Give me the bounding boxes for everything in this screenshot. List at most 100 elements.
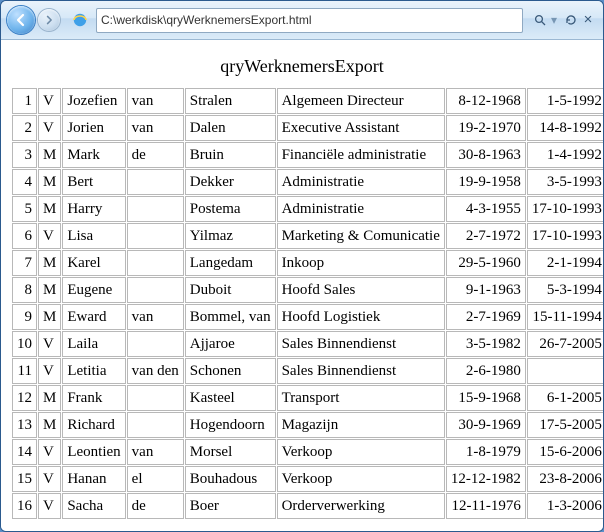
function-cell: Algemeen Directeur <box>277 88 445 114</box>
row-number: 13 <box>12 412 37 438</box>
arrow-right-icon <box>44 15 54 25</box>
table-row: 11VLetitiavan denSchonenSales Binnendien… <box>12 358 603 384</box>
firstname-cell: Eugene <box>62 277 125 303</box>
tussenvoegsel-cell: van <box>127 115 184 141</box>
gender-cell: V <box>38 493 61 519</box>
page-content: qryWerknemersExport 1VJozefienvanStralen… <box>1 40 603 532</box>
function-cell: Executive Assistant <box>277 115 445 141</box>
row-number: 11 <box>12 358 37 384</box>
gender-cell: M <box>38 169 61 195</box>
date2-cell: 1-3-2006 <box>527 493 603 519</box>
back-button[interactable] <box>7 6 35 34</box>
date1-cell: 19-9-1958 <box>446 169 526 195</box>
tussenvoegsel-cell: de <box>127 142 184 168</box>
function-cell: Inkoop <box>277 250 445 276</box>
gender-cell: M <box>38 385 61 411</box>
table-row: 2VJorienvanDalenExecutive Assistant19-2-… <box>12 115 603 141</box>
function-cell: Administratie <box>277 169 445 195</box>
firstname-cell: Eward <box>62 304 125 330</box>
tussenvoegsel-cell <box>127 250 184 276</box>
function-cell: Administratie <box>277 196 445 222</box>
gender-cell: V <box>38 115 61 141</box>
function-cell: Hoofd Sales <box>277 277 445 303</box>
row-number: 4 <box>12 169 37 195</box>
tussenvoegsel-cell <box>127 223 184 249</box>
stop-icon[interactable]: × <box>581 13 595 27</box>
lastname-cell: Ajjaroe <box>185 331 276 357</box>
date2-cell: 23-8-2006 <box>527 466 603 492</box>
date2-cell: 14-8-1992 <box>527 115 603 141</box>
tussenvoegsel-cell <box>127 331 184 357</box>
table-row: 13MRichard HogendoornMagazijn30-9-196917-… <box>12 412 603 438</box>
firstname-cell: Leontien <box>62 439 125 465</box>
function-cell: Magazijn <box>277 412 445 438</box>
row-number: 15 <box>12 466 37 492</box>
row-number: 12 <box>12 385 37 411</box>
tussenvoegsel-cell <box>127 412 184 438</box>
firstname-cell: Jozefien <box>62 88 125 114</box>
firstname-cell: Bert <box>62 169 125 195</box>
date2-cell: 5-3-1994 <box>527 277 603 303</box>
tussenvoegsel-cell: van <box>127 439 184 465</box>
tussenvoegsel-cell <box>127 196 184 222</box>
refresh-icon[interactable] <box>564 13 578 27</box>
date2-cell: 2-1-1994 <box>527 250 603 276</box>
table-row: 16VSachadeBoerOrderverwerking12-11-19761… <box>12 493 603 519</box>
lastname-cell: Langedam <box>185 250 276 276</box>
lastname-cell: Stralen <box>185 88 276 114</box>
table-row: 7MKarelLangedamInkoop29-5-19602-1-1994 <box>12 250 603 276</box>
date1-cell: 9-1-1963 <box>446 277 526 303</box>
row-number: 9 <box>12 304 37 330</box>
gender-cell: M <box>38 304 61 330</box>
date2-cell: 15-6-2006 <box>527 439 603 465</box>
firstname-cell: Mark <box>62 142 125 168</box>
function-cell: Transport <box>277 385 445 411</box>
row-number: 7 <box>12 250 37 276</box>
table-row: 8MEugeneDuboitHoofd Sales9-1-19635-3-199… <box>12 277 603 303</box>
date1-cell: 3-5-1982 <box>446 331 526 357</box>
row-number: 3 <box>12 142 37 168</box>
lastname-cell: Bouhadous <box>185 466 276 492</box>
tussenvoegsel-cell: el <box>127 466 184 492</box>
gender-cell: M <box>38 277 61 303</box>
date1-cell: 12-11-1976 <box>446 493 526 519</box>
date1-cell: 15-9-1968 <box>446 385 526 411</box>
browser-window: C:\werkdisk\qryWerknemersExport.html ▾ ×… <box>0 0 604 532</box>
firstname-cell: Letitia <box>62 358 125 384</box>
gender-cell: V <box>38 223 61 249</box>
date2-cell: 1-5-1992 <box>527 88 603 114</box>
gender-cell: M <box>38 412 61 438</box>
tussenvoegsel-cell: van <box>127 304 184 330</box>
firstname-cell: Sacha <box>62 493 125 519</box>
tussenvoegsel-cell: van <box>127 88 184 114</box>
row-number: 10 <box>12 331 37 357</box>
date2-cell: 1-4-1992 <box>527 142 603 168</box>
lastname-cell: Yilmaz <box>185 223 276 249</box>
lastname-cell: Duboit <box>185 277 276 303</box>
lastname-cell: Dekker <box>185 169 276 195</box>
date1-cell: 2-7-1969 <box>446 304 526 330</box>
date1-cell: 19-2-1970 <box>446 115 526 141</box>
date2-cell: 17-5-2005 <box>527 412 603 438</box>
table-row: 10VLailaAjjaroeSales Binnendienst3-5-198… <box>12 331 603 357</box>
table-row: 9MEwardvanBommel, vanHoofd Logistiek2-7-… <box>12 304 603 330</box>
page-title: qryWerknemersExport <box>11 56 593 77</box>
date1-cell: 30-9-1969 <box>446 412 526 438</box>
tussenvoegsel-cell <box>127 169 184 195</box>
arrow-left-icon <box>14 13 28 27</box>
date1-cell: 4-3-1955 <box>446 196 526 222</box>
titlebar: C:\werkdisk\qryWerknemersExport.html ▾ × <box>1 1 603 40</box>
table-row: 14VLeontienvanMorselVerkoop1-8-197915-6-… <box>12 439 603 465</box>
date1-cell: 8-12-1968 <box>446 88 526 114</box>
row-number: 6 <box>12 223 37 249</box>
firstname-cell: Richard <box>62 412 125 438</box>
search-icon[interactable] <box>533 13 547 27</box>
address-bar[interactable]: C:\werkdisk\qryWerknemersExport.html <box>96 8 523 33</box>
forward-button[interactable] <box>38 9 60 31</box>
row-number: 14 <box>12 439 37 465</box>
firstname-cell: Frank <box>62 385 125 411</box>
lastname-cell: Boer <box>185 493 276 519</box>
date2-cell: 15-11-1994 <box>527 304 603 330</box>
employees-table: 1VJozefienvanStralenAlgemeen Directeur8-… <box>11 87 603 520</box>
lastname-cell: Hogendoorn <box>185 412 276 438</box>
